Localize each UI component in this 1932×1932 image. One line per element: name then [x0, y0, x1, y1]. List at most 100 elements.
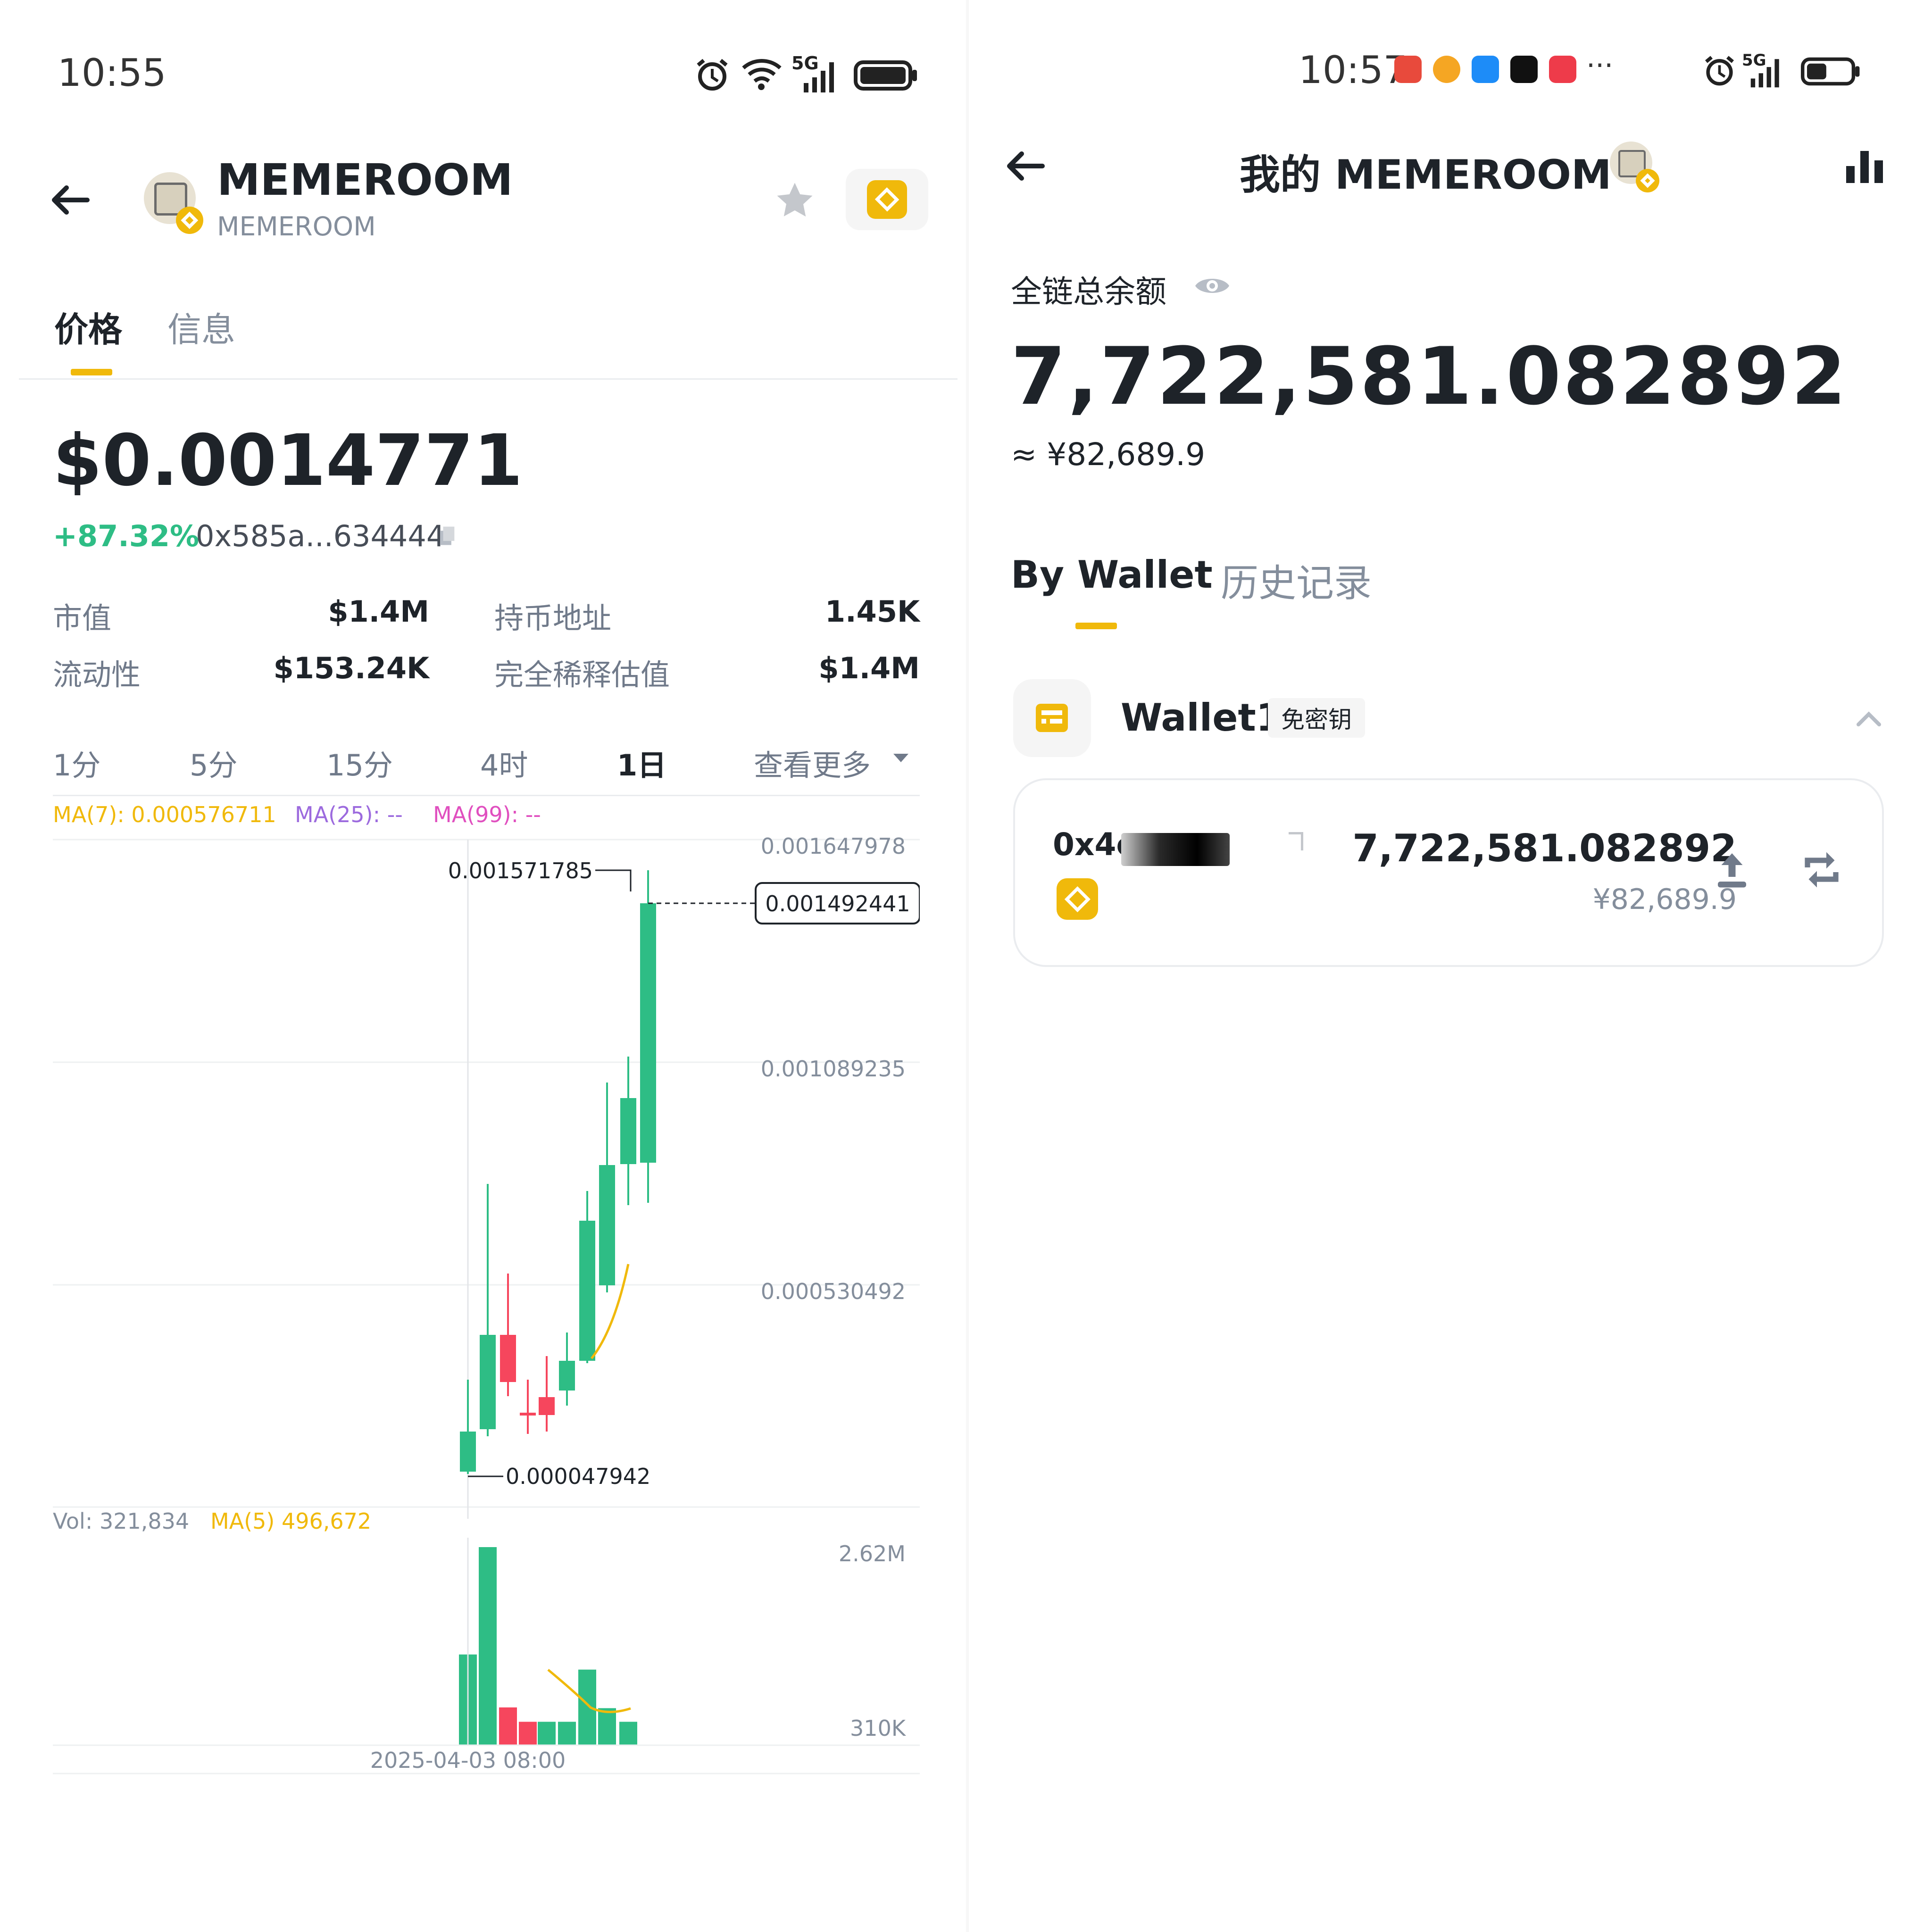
panel-separator	[966, 0, 969, 1932]
date-label: 2025-04-03 08:00	[370, 1748, 566, 1773]
no-key-badge: 免密钥	[1268, 698, 1365, 738]
high-marker-line	[595, 869, 632, 891]
volume-y-tick: 310K	[850, 1715, 907, 1741]
eye-icon[interactable]	[1193, 272, 1231, 300]
volume-bar	[499, 1707, 517, 1745]
page-title: 我的 MEMEROOM	[1240, 151, 1612, 199]
y-tick-label: 0.000530492	[761, 1279, 906, 1304]
candle-body	[599, 1165, 615, 1285]
y-tick-label: 0.001089235	[761, 1056, 906, 1082]
stat-market-cap-value: $1.4M	[328, 594, 429, 629]
contract-address[interactable]: 0x585a...634444	[196, 519, 445, 553]
token-price-screen: 10:55 5G MEMEROOM MEMEROOM 价格 信息 $0.0014…	[0, 0, 966, 1932]
chart-icon[interactable]	[1843, 147, 1886, 185]
candle-body	[480, 1335, 496, 1429]
volume-bar	[619, 1722, 637, 1745]
active-tab-indicator	[71, 369, 112, 375]
weibo-notification-icon	[1433, 56, 1460, 83]
alarm-icon	[1705, 56, 1734, 86]
send-icon[interactable]	[1708, 846, 1756, 893]
volume-legend: Vol: 321,834	[53, 1508, 190, 1534]
candlestick-chart: 0.001647978 0.001089235 0.000530492 0.00157…	[53, 833, 920, 1519]
low-price-label: 0.000047942	[506, 1464, 650, 1489]
copy-icon[interactable]	[434, 524, 458, 548]
more-notifications-icon: ···	[1586, 49, 1614, 82]
current-price: $0.0014771	[53, 420, 523, 502]
chevron-up-icon[interactable]	[1853, 708, 1886, 731]
tab-info[interactable]: 信息	[167, 302, 235, 351]
wallet-amount: 7,722,581.082892	[1352, 826, 1737, 870]
token-subtitle: MEMEROOM	[217, 211, 376, 242]
timeframe-1m[interactable]: 1分	[53, 741, 100, 784]
timeframe-1d[interactable]: 1日	[617, 741, 666, 784]
copy-icon[interactable]	[1289, 832, 1303, 850]
battery-icon	[854, 60, 917, 91]
back-arrow-icon[interactable]	[1005, 145, 1047, 188]
token-title: MEMEROOM	[217, 155, 513, 205]
mall-notification-icon	[1549, 56, 1576, 83]
tab-by-wallet[interactable]: By Wallet	[1011, 553, 1213, 597]
wallet-icon	[1036, 704, 1068, 732]
wallet-token-card[interactable]: 0x4c 7,722,581.082892 ¥82,689.9	[1013, 778, 1884, 967]
timeframe-5m[interactable]: 5分	[190, 741, 237, 784]
status-time: 10:57	[1299, 48, 1407, 92]
volume-chart: 2.62M 310K 2025-04-03 08:00	[53, 1538, 920, 1774]
candle-body	[500, 1335, 516, 1382]
alarm-icon	[697, 58, 728, 91]
stat-liquidity-label: 流动性	[53, 658, 141, 692]
wifi-icon	[742, 59, 782, 90]
favorite-star-icon[interactable]	[774, 179, 816, 222]
signal-icon	[1750, 59, 1779, 88]
stat-fdv-label: 完全稀释估值	[494, 658, 670, 692]
wallet-amount-cny: ¥82,689.9	[1592, 883, 1737, 916]
signal-icon	[804, 62, 834, 92]
bnb-chain-icon	[1057, 878, 1098, 920]
stat-market-cap-label: 市值	[53, 601, 112, 635]
candle-body	[579, 1221, 595, 1361]
timeframe-15m[interactable]: 15分	[326, 741, 393, 784]
candle-body	[640, 903, 656, 1163]
candle-body	[460, 1432, 476, 1472]
chevron-down-icon[interactable]	[891, 751, 910, 765]
wallet-name: Wallet1	[1121, 696, 1282, 740]
tiktok-notification-icon	[1510, 56, 1538, 83]
balance-cny: ≈ ¥82,689.9	[1011, 436, 1206, 473]
app-notification-icon	[1394, 56, 1422, 83]
tabs-divider	[19, 378, 958, 380]
timeframe-4h[interactable]: 4时	[480, 741, 528, 784]
total-balance: 7,722,581.082892	[1011, 330, 1849, 423]
tab-price[interactable]: 价格	[54, 302, 122, 351]
candle-body	[620, 1098, 636, 1164]
stat-liquidity-value: $153.24K	[273, 651, 429, 685]
tab-history[interactable]: 历史记录	[1221, 553, 1372, 608]
timeframe-divider	[53, 795, 920, 796]
active-tab-indicator	[1075, 623, 1117, 629]
volume-bar	[578, 1669, 596, 1745]
volume-ma5-legend: MA(5) 496,672	[210, 1508, 372, 1534]
candle-body	[520, 1413, 536, 1416]
back-arrow-icon[interactable]	[50, 179, 92, 222]
wallet-icon-box	[1013, 679, 1091, 757]
volume-bar	[598, 1708, 616, 1745]
bnb-chain-badge-icon	[176, 207, 203, 234]
balance-label: 全链总余额	[1011, 274, 1166, 310]
candle-body	[539, 1397, 555, 1415]
volume-bar	[519, 1722, 537, 1745]
candle-body	[559, 1361, 575, 1391]
chain-switch-button[interactable]	[846, 169, 928, 230]
stat-holders-label: 持币地址	[494, 601, 612, 635]
address-redaction	[1121, 833, 1230, 866]
volume-y-tick: 2.62M	[839, 1541, 906, 1566]
y-tick-label: 0.001647978	[761, 833, 906, 859]
bnb-chain-badge-icon	[1636, 169, 1659, 192]
volume-bar	[558, 1722, 576, 1745]
more-timeframes-button[interactable]: 查看更多	[754, 741, 871, 784]
price-change: +87.32%	[53, 519, 200, 553]
volume-bar	[479, 1547, 497, 1745]
my-token-screen: 10:57 ··· 5G 我的 MEMEROOM 全链总余额 7,722,581…	[966, 0, 1932, 1932]
volume-bar	[538, 1722, 556, 1745]
swap-icon[interactable]	[1798, 846, 1845, 893]
current-price-label: 0.001492441	[765, 891, 910, 916]
stat-holders-value: 1.45K	[824, 594, 920, 629]
stat-fdv-value: $1.4M	[818, 651, 920, 685]
